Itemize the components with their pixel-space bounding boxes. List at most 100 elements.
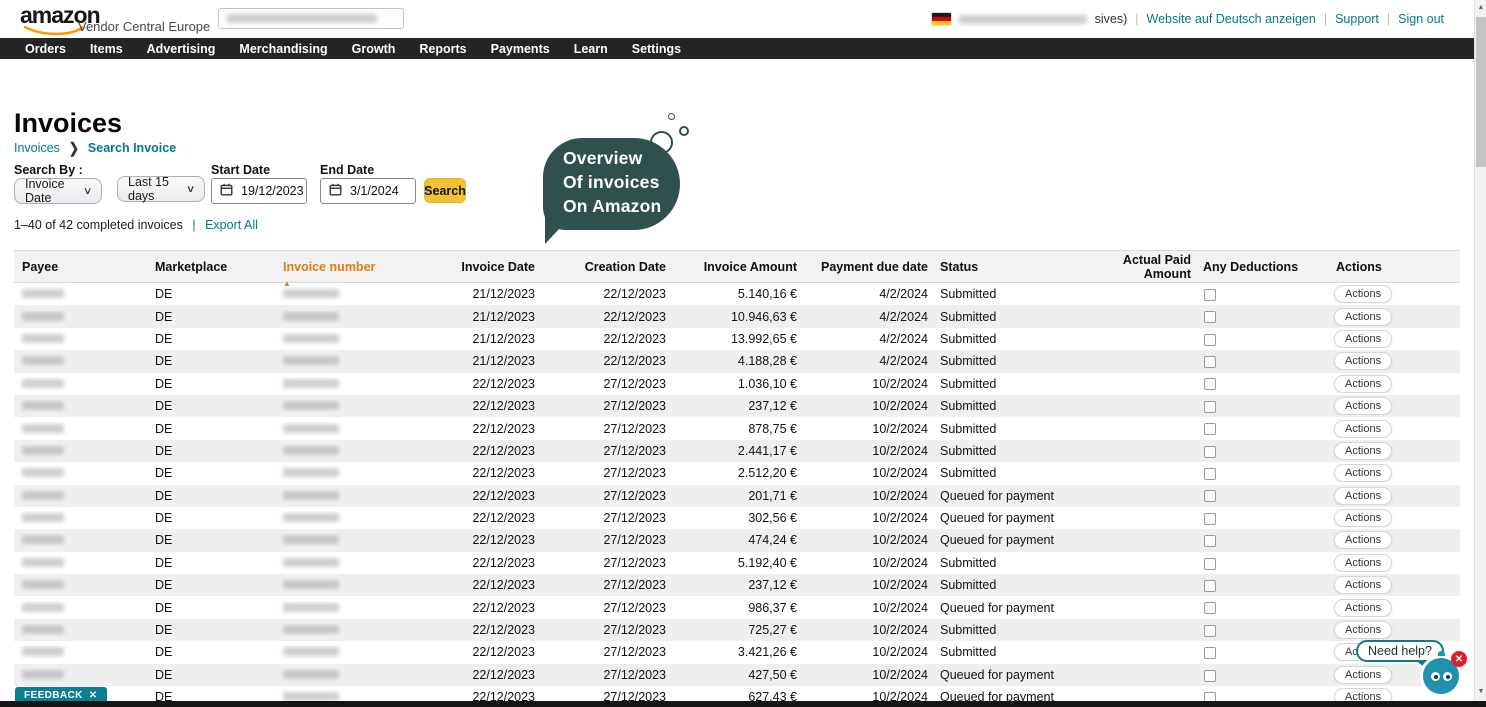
redacted-payee xyxy=(22,491,64,500)
breadcrumb-invoices-link[interactable]: Invoices xyxy=(14,141,60,155)
col-header-payment-due-date[interactable]: Payment due date xyxy=(801,260,932,274)
search-button[interactable]: Search xyxy=(424,178,466,203)
invoice-amount-cell: 2.441,17 € xyxy=(670,444,801,458)
invoice-date-cell: 21/12/2023 xyxy=(407,310,539,324)
table-row: DE22/12/202327/12/2023237,12 €10/2/2024S… xyxy=(14,574,1460,596)
redacted-payee xyxy=(22,468,64,477)
deduction-checkbox[interactable] xyxy=(1204,625,1216,637)
vendor-central-invoices-page: amazon Vendor Central Europe sives) | We… xyxy=(0,0,1486,707)
nav-item-payments[interactable]: Payments xyxy=(479,42,562,56)
deduction-checkbox[interactable] xyxy=(1204,401,1216,413)
invoice-date-cell: 22/12/2023 xyxy=(407,533,539,547)
deduction-checkbox[interactable] xyxy=(1204,468,1216,480)
creation-date-cell: 22/12/2023 xyxy=(539,332,670,346)
col-header-any-deductions[interactable]: Any Deductions xyxy=(1195,260,1328,274)
row-actions-button[interactable]: Actions xyxy=(1334,352,1392,370)
vertical-scrollbar[interactable]: ▲ ▼ xyxy=(1474,0,1486,701)
col-header-actions[interactable]: Actions xyxy=(1328,260,1446,274)
nav-item-settings[interactable]: Settings xyxy=(620,42,693,56)
nav-item-items[interactable]: Items xyxy=(78,42,135,56)
nav-item-merchandising[interactable]: Merchandising xyxy=(227,42,339,56)
results-count: 1–40 of 42 completed invoices xyxy=(14,218,183,232)
nav-item-advertising[interactable]: Advertising xyxy=(135,42,228,56)
end-date-input[interactable]: 3/1/2024 xyxy=(320,178,416,204)
col-header-creation-date[interactable]: Creation Date xyxy=(539,260,670,274)
deduction-checkbox[interactable] xyxy=(1204,378,1216,390)
scrollbar-thumb[interactable] xyxy=(1476,17,1486,167)
close-icon[interactable]: ✕ xyxy=(89,690,98,701)
deduction-checkbox[interactable] xyxy=(1204,356,1216,368)
nav-item-reports[interactable]: Reports xyxy=(407,42,478,56)
row-actions-button[interactable]: Actions xyxy=(1334,375,1392,393)
row-actions-button[interactable]: Actions xyxy=(1334,285,1392,303)
chevron-right-icon: ❯ xyxy=(69,140,79,157)
row-actions-button[interactable]: Actions xyxy=(1334,531,1392,549)
col-header-invoice-date[interactable]: Invoice Date xyxy=(407,260,539,274)
calendar-icon[interactable] xyxy=(329,183,342,199)
deduction-checkbox[interactable] xyxy=(1204,670,1216,682)
payee-cell xyxy=(14,645,147,659)
actions-cell: Actions xyxy=(1328,352,1446,370)
vendor-account-selector[interactable] xyxy=(218,8,404,29)
deduction-checkbox[interactable] xyxy=(1204,289,1216,301)
row-actions-button[interactable]: Actions xyxy=(1334,420,1392,438)
row-actions-button[interactable]: Actions xyxy=(1334,442,1392,460)
payee-cell xyxy=(14,287,147,301)
col-header-invoice-amount[interactable]: Invoice Amount xyxy=(670,260,801,274)
col-header-actual-paid-amount[interactable]: Actual Paid Amount xyxy=(1080,253,1195,281)
date-range-dropdown[interactable]: Last 15 days ∨ xyxy=(117,176,205,202)
scroll-up-arrow[interactable]: ▲ xyxy=(1475,0,1486,15)
deduction-checkbox[interactable] xyxy=(1204,535,1216,547)
col-header-marketplace[interactable]: Marketplace xyxy=(147,260,275,274)
row-actions-button[interactable]: Actions xyxy=(1334,397,1392,415)
support-link[interactable]: Support xyxy=(1335,12,1379,26)
deduction-checkbox[interactable] xyxy=(1204,334,1216,346)
payment-due-date-cell: 10/2/2024 xyxy=(801,601,932,615)
payment-due-date-cell: 4/2/2024 xyxy=(801,354,932,368)
nav-item-growth[interactable]: Growth xyxy=(340,42,408,56)
deduction-checkbox[interactable] xyxy=(1204,580,1216,592)
row-actions-button[interactable]: Actions xyxy=(1334,576,1392,594)
redacted-payee xyxy=(22,401,64,410)
deduction-checkbox[interactable] xyxy=(1204,647,1216,659)
deduction-checkbox[interactable] xyxy=(1204,490,1216,502)
nav-item-orders[interactable]: Orders xyxy=(13,42,78,56)
row-actions-button[interactable]: Actions xyxy=(1334,464,1392,482)
row-actions-button[interactable]: Actions xyxy=(1334,554,1392,572)
deduction-checkbox[interactable] xyxy=(1204,558,1216,570)
redacted-payee xyxy=(22,356,64,365)
calendar-icon[interactable] xyxy=(220,183,233,199)
sign-out-link[interactable]: Sign out xyxy=(1398,12,1444,26)
payment-due-date-cell: 10/2/2024 xyxy=(801,645,932,659)
scroll-down-arrow[interactable]: ▼ xyxy=(1475,684,1486,699)
account-text-suffix: sives) xyxy=(1095,12,1128,26)
search-type-dropdown[interactable]: Invoice Date ∨ xyxy=(14,178,102,204)
nav-item-learn[interactable]: Learn xyxy=(562,42,620,56)
col-header-status[interactable]: Status xyxy=(932,260,1080,274)
deduction-checkbox[interactable] xyxy=(1204,446,1216,458)
invoice-number-cell xyxy=(275,489,407,503)
col-header-invoice-number[interactable]: Invoice number ▲ xyxy=(275,260,407,274)
deduction-checkbox[interactable] xyxy=(1204,602,1216,614)
dismiss-help-button[interactable]: ✕ xyxy=(1451,651,1467,667)
language-toggle-link[interactable]: Website auf Deutsch anzeigen xyxy=(1147,12,1316,26)
row-actions-button[interactable]: Actions xyxy=(1334,487,1392,505)
amazon-logo[interactable]: amazon Vendor Central Europe xyxy=(20,2,220,36)
row-actions-button[interactable]: Actions xyxy=(1334,330,1392,348)
redacted-payee xyxy=(22,446,64,455)
row-actions-button[interactable]: Actions xyxy=(1334,599,1392,617)
any-deductions-cell xyxy=(1195,601,1328,615)
row-actions-button[interactable]: Actions xyxy=(1334,509,1392,527)
redacted-invoice-number xyxy=(283,692,339,701)
invoice-date-cell: 22/12/2023 xyxy=(407,578,539,592)
row-actions-button[interactable]: Actions xyxy=(1334,666,1392,684)
start-date-input[interactable]: 19/12/2023 xyxy=(211,178,307,204)
deduction-checkbox[interactable] xyxy=(1204,513,1216,525)
row-actions-button[interactable]: Actions xyxy=(1334,621,1392,639)
deduction-checkbox[interactable] xyxy=(1204,311,1216,323)
row-actions-button[interactable]: Actions xyxy=(1334,308,1392,326)
col-header-payee[interactable]: Payee xyxy=(14,260,147,274)
invoice-date-cell: 22/12/2023 xyxy=(407,444,539,458)
export-all-link[interactable]: Export All xyxy=(205,218,258,232)
deduction-checkbox[interactable] xyxy=(1204,423,1216,435)
